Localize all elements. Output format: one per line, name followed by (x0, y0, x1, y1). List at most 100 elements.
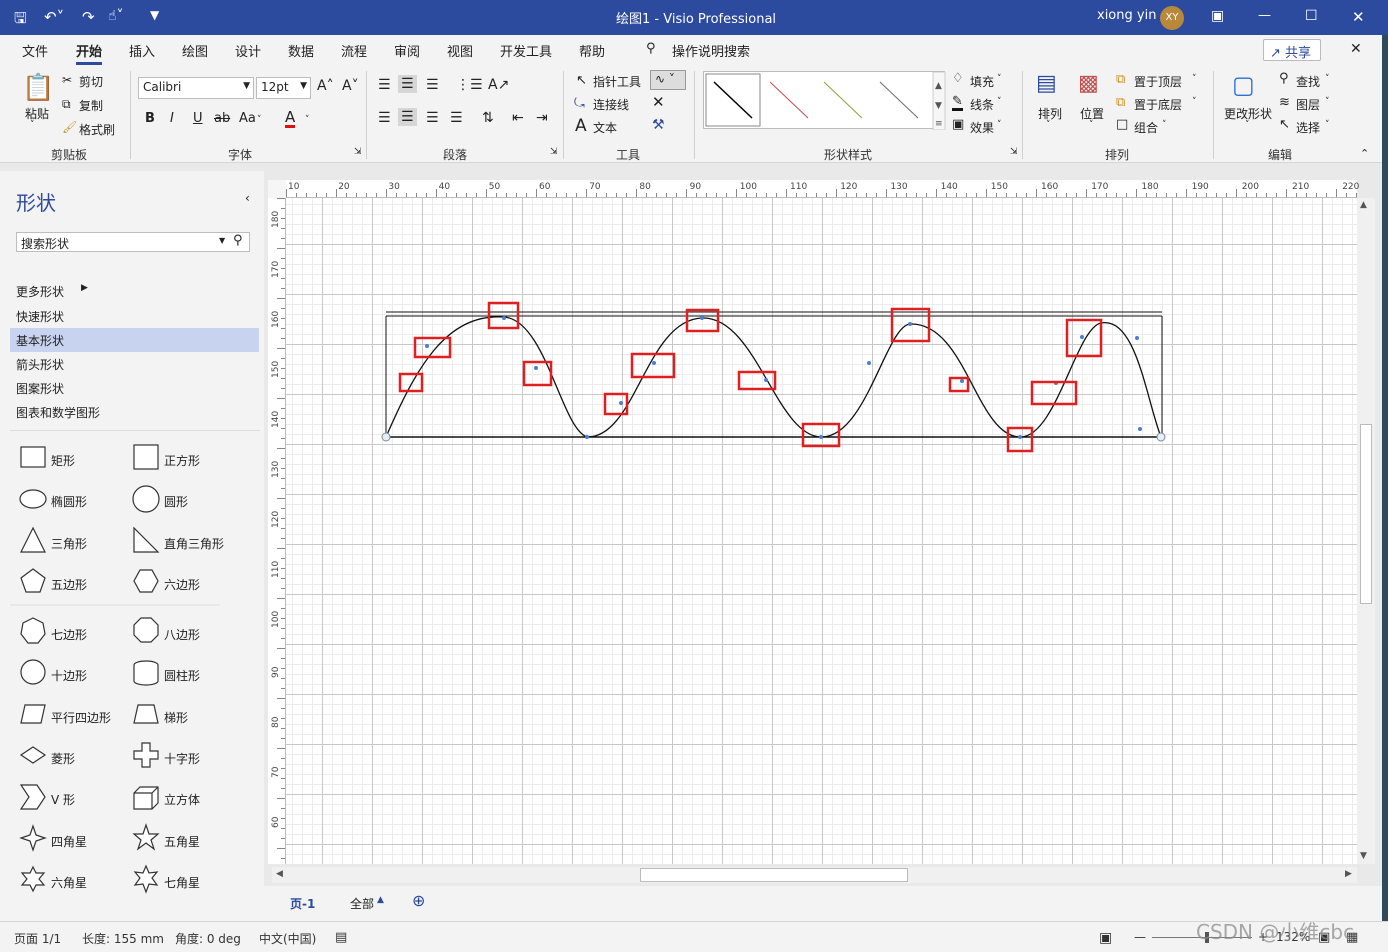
status-language[interactable]: 中文(中国) (259, 930, 316, 947)
text-tool-icon[interactable]: A (575, 116, 587, 136)
shape-circle[interactable]: 圆形 (164, 493, 188, 510)
align-middle-icon[interactable]: ☰ (398, 75, 417, 93)
vertical-scrollbar[interactable]: ▲ ▼ (1357, 198, 1375, 864)
font-size-select[interactable]: 12pt ▼ (256, 77, 311, 99)
font-name-select[interactable]: Calibri ▼ (138, 77, 254, 99)
add-page-icon[interactable]: ⊕ (412, 891, 425, 910)
vertical-scroll-thumb[interactable] (1360, 424, 1372, 604)
shape-ellipse[interactable]: 椭圆形 (51, 493, 87, 510)
control-points[interactable] (425, 316, 1142, 439)
menu-arrow-shapes[interactable]: 箭头形状 (16, 356, 64, 373)
decrease-indent-icon[interactable]: ⇤ (512, 110, 524, 126)
find-icon[interactable]: ⚲ (1279, 71, 1289, 86)
send-to-back-icon[interactable]: ⧉ (1116, 95, 1125, 110)
scroll-up-icon[interactable]: ▲ (1360, 200, 1367, 210)
shape-parallelogram[interactable]: 平行四边形 (51, 709, 111, 726)
tab-insert[interactable]: 插入 (129, 41, 155, 60)
tab-design[interactable]: 设计 (235, 41, 261, 60)
align-right-icon[interactable]: ☰ (426, 110, 439, 126)
close-ribbon-icon[interactable]: ✕ (1350, 41, 1362, 57)
dialog-launcher-icon[interactable]: ⇲ (354, 147, 362, 157)
align-bottom-icon[interactable]: ☰ (426, 77, 439, 93)
endpoint-handle[interactable] (1156, 432, 1166, 442)
undo-icon[interactable]: ↶˅ (44, 8, 64, 26)
close-icon[interactable]: ✕ (1352, 8, 1365, 26)
shape-cylinder[interactable]: 圆柱形 (164, 667, 200, 684)
collapse-pane-icon[interactable]: ‹ (245, 191, 250, 205)
change-shape-icon[interactable]: ▢ (1232, 71, 1255, 99)
align-top-icon[interactable]: ☰ (378, 77, 391, 93)
page-tab-1[interactable]: 页-1 (290, 895, 315, 912)
caret-up-icon[interactable]: ▲ (377, 895, 384, 905)
menu-pattern-shapes[interactable]: 图案形状 (16, 380, 64, 397)
fill-icon[interactable]: ♢ (952, 71, 964, 86)
shape-decagon[interactable]: 十边形 (51, 667, 87, 684)
select-icon[interactable]: ↖ (1279, 117, 1290, 132)
grow-font-button[interactable]: A˄ (317, 78, 334, 94)
line-style-swatches[interactable]: ▲ ▼ ≡ (704, 71, 946, 131)
effects-button[interactable]: 效果 (970, 119, 994, 136)
shape-square[interactable]: 正方形 (164, 452, 200, 469)
bold-button[interactable]: B (145, 111, 155, 126)
user-name[interactable]: xiong yin (1097, 8, 1156, 23)
effects-icon[interactable]: ▣ (952, 117, 964, 132)
tab-home[interactable]: 开始 (76, 41, 103, 65)
fill-button[interactable]: 填充 (970, 73, 994, 90)
search-icon[interactable]: ⚲ (646, 41, 656, 56)
theme-style-gallery[interactable]: ▲ ▼ ≡ (703, 71, 946, 131)
text-direction-icon[interactable]: A↗ (488, 77, 509, 93)
group-button[interactable]: 组合 (1134, 119, 1158, 136)
all-pages-button[interactable]: 全部 (350, 895, 374, 912)
group-icon[interactable]: □ (1116, 117, 1128, 132)
tab-data[interactable]: 数据 (288, 41, 314, 60)
horizontal-scrollbar[interactable]: ◀ ▶ (272, 867, 1357, 883)
endpoint-handle[interactable] (381, 432, 391, 442)
bullets-icon[interactable]: ⋮☰ (456, 77, 483, 93)
save-icon[interactable]: 🖫 (14, 8, 27, 33)
layers-icon[interactable]: ≋ (1279, 95, 1290, 110)
customize-qat-icon[interactable]: ▼ (150, 8, 159, 22)
ribbon-display-icon[interactable]: ▣ (1211, 8, 1224, 24)
pointer-icon[interactable]: ↖ (576, 73, 587, 88)
shape-chevron[interactable]: V 形 (51, 791, 75, 808)
shape-trapezoid[interactable]: 梯形 (164, 709, 188, 726)
tab-file[interactable]: 文件 (22, 41, 48, 60)
search-shapes-input[interactable]: 搜索形状 ▼ ⚲ (16, 232, 250, 252)
paste-button[interactable]: 粘贴 (25, 105, 49, 122)
bring-to-front-icon[interactable]: ⧉ (1116, 72, 1125, 87)
dialog-launcher-icon[interactable]: ⇲ (1010, 147, 1018, 157)
scroll-down-icon[interactable]: ▼ (1360, 851, 1367, 861)
tell-me-input[interactable]: 操作说明搜索 (672, 41, 750, 60)
drawing-page[interactable] (286, 198, 1357, 864)
shape-5-point-star[interactable]: 五角星 (164, 833, 200, 850)
underline-button[interactable]: U (193, 111, 203, 126)
shape-heptagon[interactable]: 七边形 (51, 626, 87, 643)
shape-triangle[interactable]: 三角形 (51, 535, 87, 552)
crop-icon[interactable]: ⚒ (652, 117, 665, 133)
format-painter-button[interactable]: 格式刷 (79, 121, 115, 138)
shape-6-point-star[interactable]: 六角星 (51, 874, 87, 891)
change-case-button[interactable]: Aa (239, 111, 256, 126)
menu-more-shapes[interactable]: 更多形状 (16, 283, 64, 300)
share-button[interactable]: ↗ 共享 (1263, 39, 1321, 61)
text-tool-button[interactable]: 文本 (593, 119, 617, 136)
find-button[interactable]: 查找 (1296, 73, 1320, 90)
select-button[interactable]: 选择 (1296, 119, 1320, 136)
shape-cross[interactable]: 十字形 (164, 750, 200, 767)
dialog-launcher-icon[interactable]: ⇲ (550, 147, 558, 157)
format-painter-icon[interactable]: 🖌 (62, 120, 77, 134)
avatar[interactable]: XY (1160, 6, 1184, 30)
shape-rectangle[interactable]: 矩形 (51, 452, 75, 469)
italic-button[interactable]: I (170, 111, 174, 126)
menu-quick-shapes[interactable]: 快速形状 (16, 308, 64, 325)
layers-button[interactable]: 图层 (1296, 96, 1320, 113)
zoom-out-icon[interactable]: — (1134, 930, 1146, 944)
shrink-font-button[interactable]: A˅ (342, 78, 359, 94)
tab-developer[interactable]: 开发工具 (500, 41, 552, 60)
wave-curve[interactable] (385, 316, 1162, 438)
shape-7-point-star[interactable]: 七角星 (164, 874, 200, 891)
pointer-tool-button[interactable]: 指针工具 (593, 73, 641, 90)
font-color-button[interactable]: A (285, 109, 296, 128)
maximize-icon[interactable]: ☐ (1305, 8, 1318, 24)
menu-chart-math-shapes[interactable]: 图表和数学图形 (16, 404, 100, 421)
